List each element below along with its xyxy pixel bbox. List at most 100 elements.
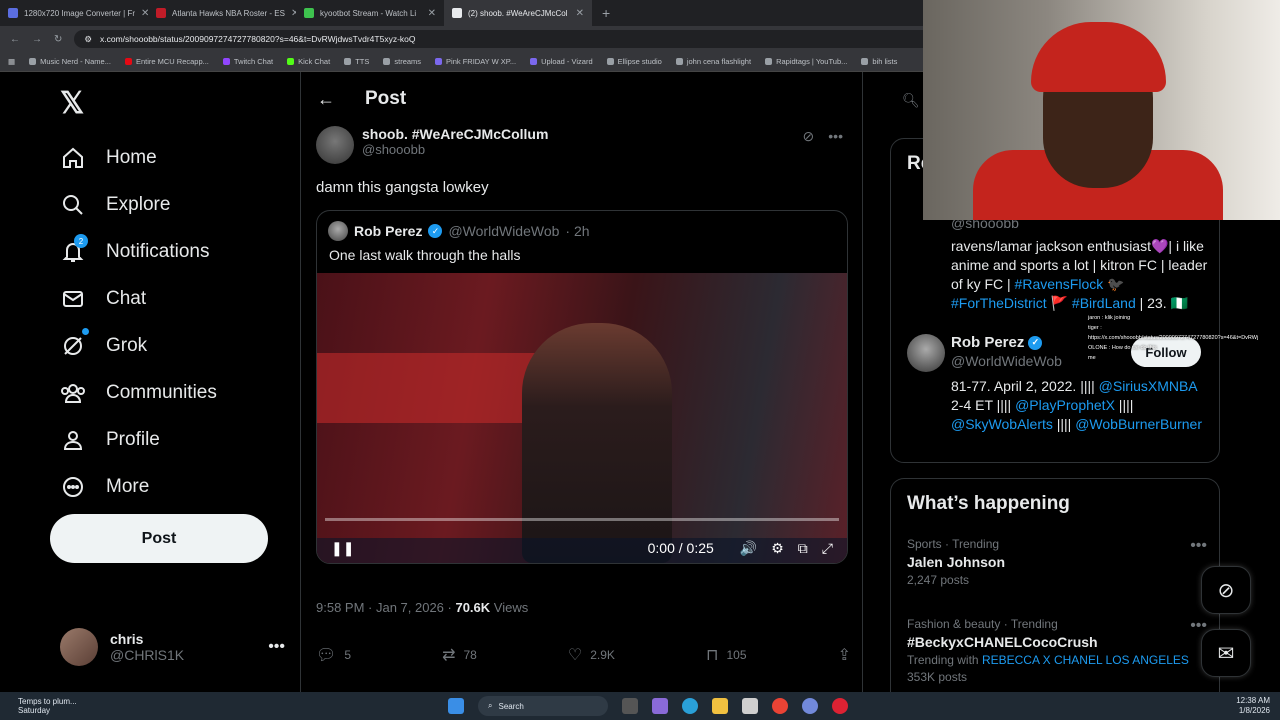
close-tab-icon[interactable]: ✕ — [576, 8, 584, 19]
nav-item-more[interactable]: More — [60, 463, 217, 510]
address-bar[interactable]: ⚙ x.com/shooobb/status/200909727472778082… — [74, 30, 935, 48]
primary-nav: Home Explore 2 Notifications Chat Grok C… — [60, 134, 217, 510]
quote-age: · 2h — [565, 223, 590, 239]
reload-icon[interactable]: ↻ — [54, 34, 62, 45]
bookmark-item[interactable]: bih lists — [861, 57, 897, 66]
nav-item-grok[interactable]: Grok — [60, 322, 217, 369]
weather-widget[interactable]: Temps to plum... Saturday — [0, 697, 180, 715]
quoted-tweet[interactable]: Rob Perez ✓ @WorldWideWob · 2h One last … — [316, 210, 848, 564]
taskbar-search[interactable]: ⌕ Search — [478, 696, 608, 716]
tab-title: kyootbot Stream - Watch Li — [320, 8, 417, 18]
browser-tab[interactable]: 1280x720 Image Converter | Fr ✕ — [0, 0, 148, 26]
grok-icon[interactable]: ⊘ — [803, 128, 815, 164]
author-name[interactable]: shoob. #WeAreCJMcCollum — [362, 126, 548, 142]
more-dots-icon[interactable]: ••• — [828, 128, 843, 164]
left-sidebar: 𝕏 Home Explore 2 Notifications Chat Grok… — [0, 72, 300, 692]
bookmark-item[interactable]: Ellipse studio — [606, 57, 662, 66]
pause-icon[interactable]: ❚❚ — [331, 540, 354, 557]
app-icon[interactable] — [832, 698, 848, 714]
messages-fab-button[interactable]: ✉ — [1201, 629, 1251, 677]
browser-tab-active[interactable]: (2) shoob. #WeAreCJMcCol ✕ — [444, 0, 592, 26]
site-info-icon[interactable]: ⚙ — [84, 34, 92, 45]
video-player[interactable]: ❚❚ 0:00 / 0:25 🔊 ⚙ ⧉ ⤢ — [317, 273, 847, 563]
author-handle[interactable]: @shooobb — [362, 142, 548, 157]
bookmark-item[interactable]: Upload - Vizard — [530, 57, 593, 66]
nav-label: More — [106, 475, 150, 497]
close-tab-icon[interactable]: ✕ — [428, 8, 436, 19]
store-icon[interactable] — [742, 698, 758, 714]
browser-tab[interactable]: Atlanta Hawks NBA Roster - ES ✕ — [148, 0, 296, 26]
nav-item-communities[interactable]: Communities — [60, 369, 217, 416]
bookmark-icon: ⊓ — [705, 647, 719, 664]
back-arrow-icon[interactable]: ← — [317, 89, 335, 110]
new-tab-button[interactable]: + — [592, 5, 620, 21]
bookmark-item[interactable]: streams — [383, 57, 421, 66]
settings-gear-icon[interactable]: ⚙ — [771, 540, 784, 557]
more-dots-icon[interactable]: ••• — [1190, 537, 1207, 555]
more-dots-icon[interactable]: ••• — [268, 638, 285, 656]
nav-item-notifications[interactable]: 2 Notifications — [60, 228, 217, 275]
nav-item-explore[interactable]: Explore — [60, 181, 217, 228]
tweet-timestamp[interactable]: 9:58 PM · Jan 7, 2026 · — [316, 600, 455, 615]
hashtag-link[interactable]: #BirdLand — [1072, 295, 1136, 311]
file-explorer-icon[interactable] — [712, 698, 728, 714]
hashtag-link[interactable]: #ForTheDistrict — [951, 295, 1047, 311]
hashtag-link[interactable]: #RavensFlock — [1015, 276, 1104, 292]
pip-icon[interactable]: ⧉ — [798, 540, 808, 557]
close-tab-icon[interactable]: ✕ — [141, 8, 148, 19]
avatar[interactable] — [907, 334, 945, 372]
video-progress-bar[interactable] — [325, 518, 839, 521]
bookmark-item[interactable]: Entire MCU Recapp... — [124, 57, 209, 66]
nav-item-home[interactable]: Home — [60, 134, 217, 181]
system-clock[interactable]: 12:38 AM 1/8/2026 — [1236, 696, 1270, 716]
avatar[interactable] — [316, 126, 354, 164]
search-icon[interactable]: 🔍︎ — [902, 92, 920, 109]
user-name[interactable]: Rob Perez ✓ — [951, 334, 1043, 351]
trend-item[interactable]: Sports · Trending Jalen Johnson 2,247 po… — [907, 537, 1207, 587]
user-handle[interactable]: @WorldWideWob — [951, 353, 1062, 369]
bookmark-label: Entire MCU Recapp... — [135, 57, 209, 66]
edge-icon[interactable] — [682, 698, 698, 714]
retweet-button[interactable]: ⇄ 78 — [442, 645, 477, 665]
clock-date: 1/8/2026 — [1238, 706, 1270, 715]
bookmark-button[interactable]: ⊓ 105 — [706, 645, 747, 665]
share-button[interactable]: ⇪ — [838, 645, 851, 665]
search-icon — [60, 192, 86, 218]
nav-item-profile[interactable]: Profile — [60, 416, 217, 463]
trend-link[interactable]: REBECCA X CHANEL LOS ANGELES — [982, 653, 1189, 667]
mention-link[interactable]: @PlayProphetX — [1015, 397, 1115, 413]
forward-icon[interactable]: → — [32, 34, 42, 45]
trend-item[interactable]: Fashion & beauty · Trending #BeckyxCHANE… — [907, 617, 1207, 684]
bookmark-item[interactable]: Rapidtags | YouTub... — [765, 57, 847, 66]
post-button[interactable]: Post — [50, 514, 268, 563]
volume-icon[interactable]: 🔊 — [740, 540, 757, 557]
nav-item-chat[interactable]: Chat — [60, 275, 217, 322]
windows-start-icon[interactable] — [448, 698, 464, 714]
account-switcher[interactable]: chris @CHRlS1K ••• — [60, 628, 285, 666]
like-button[interactable]: ♡ 2.9K — [568, 645, 615, 665]
grok-fab-button[interactable]: ⊘ — [1201, 566, 1251, 614]
back-icon[interactable]: ← — [10, 34, 20, 45]
chrome-icon[interactable] — [772, 698, 788, 714]
task-view-icon[interactable] — [622, 698, 638, 714]
x-logo-icon[interactable]: 𝕏 — [60, 86, 84, 121]
mention-link[interactable]: @SiriusXMNBA — [1099, 378, 1197, 394]
mention-link[interactable]: @WobBurnerBurner — [1075, 416, 1202, 432]
bookmark-item[interactable]: Kick Chat — [287, 57, 330, 66]
bookmark-item[interactable]: Pink FRIDAY W XP... — [435, 57, 516, 66]
bookmark-item[interactable]: john cena flashlight — [675, 57, 751, 66]
bookmark-item[interactable]: Music Nerd - Name... — [29, 57, 111, 66]
stream-chat-overlay: jaron : klik joining tiger : https://x.c… — [1088, 313, 1278, 363]
copilot-icon[interactable] — [652, 698, 668, 714]
bookmark-label: Kick Chat — [298, 57, 331, 66]
share-icon: ⇪ — [837, 647, 851, 664]
reply-button[interactable]: 💬︎ 5 — [316, 645, 351, 665]
browser-tab[interactable]: kyootbot Stream - Watch Li ✕ — [296, 0, 444, 26]
bookmark-item[interactable]: TTS — [344, 57, 369, 66]
bookmark-item[interactable]: Twitch Chat — [222, 57, 273, 66]
apps-icon[interactable]: ▦ — [8, 57, 15, 66]
clock-time: 12:38 AM — [1236, 696, 1270, 705]
mention-link[interactable]: @SkyWobAlerts — [951, 416, 1053, 432]
fullscreen-icon[interactable]: ⤢ — [822, 540, 833, 557]
discord-icon[interactable] — [802, 698, 818, 714]
